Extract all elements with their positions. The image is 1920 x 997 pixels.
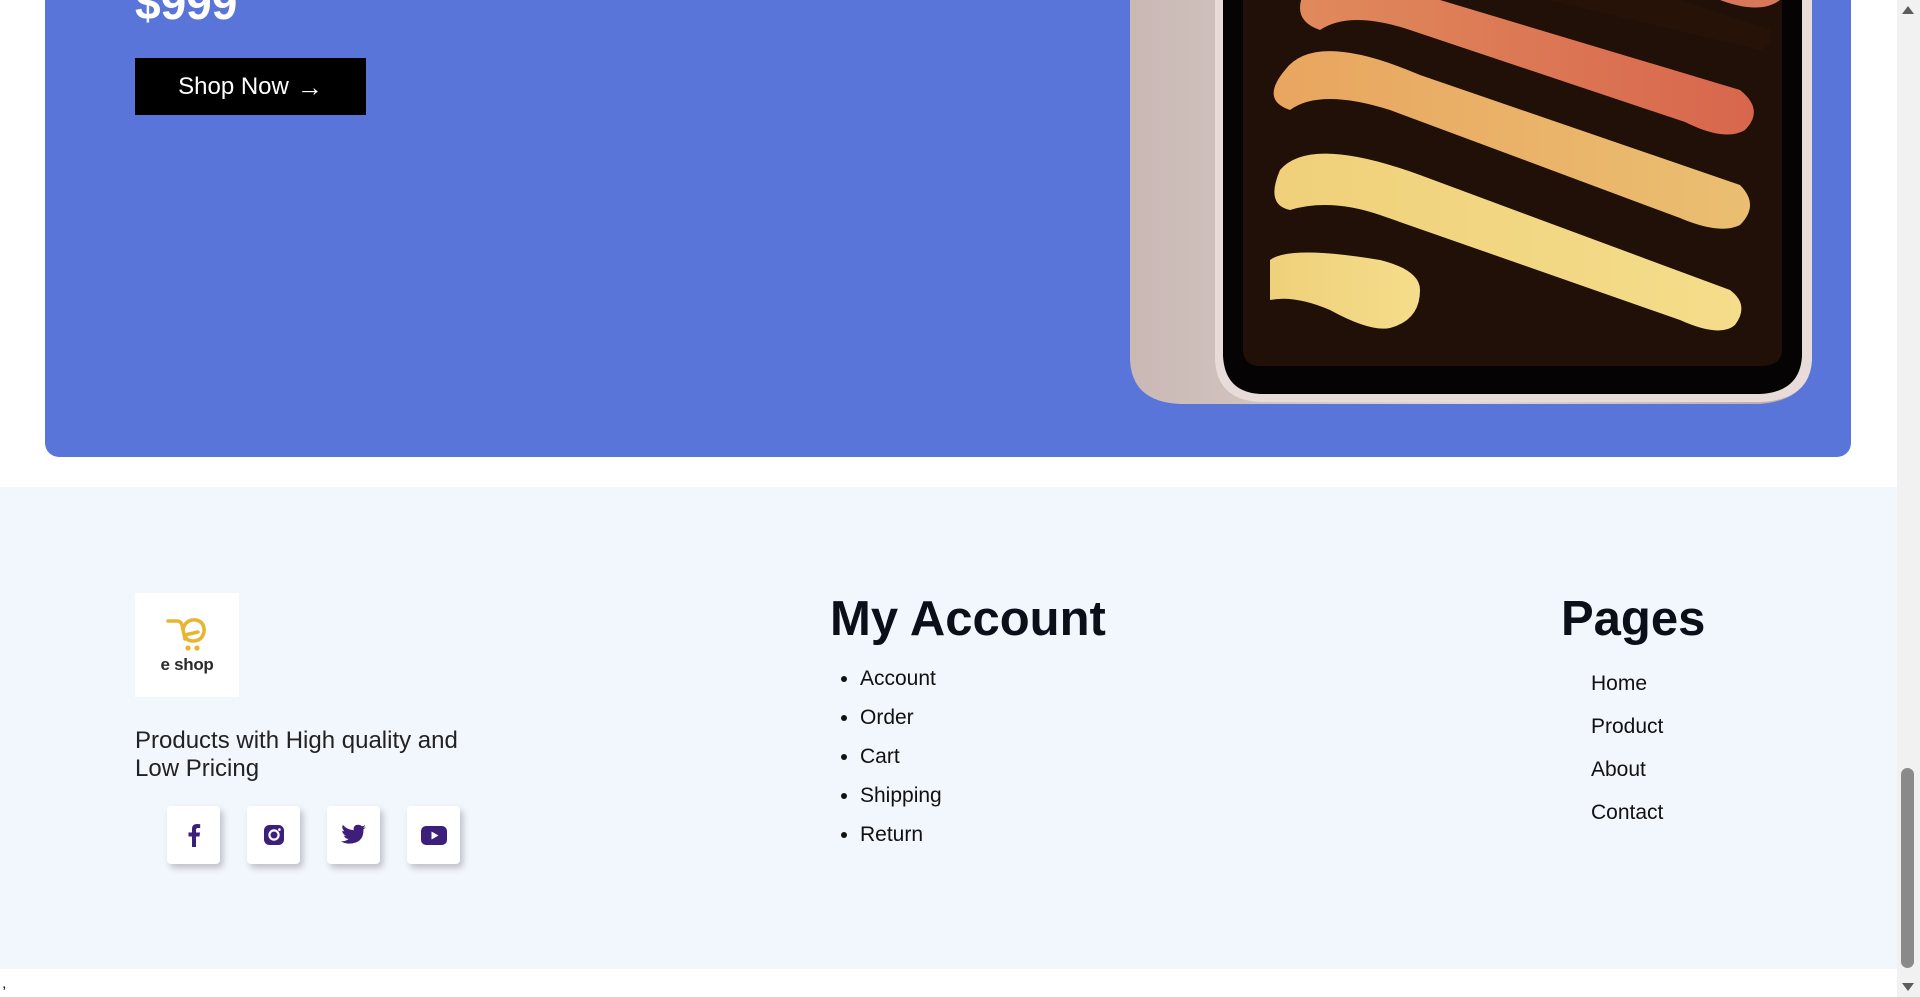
instagram-button[interactable] [247,806,300,864]
cart-logo-icon [166,618,206,651]
facebook-icon [188,824,200,847]
footer-tagline: Products with High quality and Low Prici… [135,727,458,782]
eshop-logo[interactable]: e shop [135,593,239,697]
youtube-button[interactable] [407,806,460,864]
shop-now-label: Shop Now [178,72,289,100]
list-item: Shipping [860,776,942,815]
list-item: Return [860,815,942,854]
return-link[interactable]: Return [860,823,923,846]
scroll-up-icon[interactable] [1902,6,1914,14]
list-item: Home [1591,662,1663,705]
social-links [167,806,460,864]
scroll-down-icon[interactable] [1902,983,1914,991]
pages-title: Pages [1561,592,1706,646]
logo-text: e shop [160,655,214,674]
stray-text: , [2,975,7,992]
pages-list: Home Product About Contact [1591,662,1663,834]
list-item: Cart [860,737,942,776]
ipad-product-image [1130,0,1812,404]
twitter-button[interactable] [327,806,380,864]
account-link[interactable]: Account [860,667,936,690]
list-item: Contact [1591,791,1663,834]
list-item: About [1591,748,1663,791]
youtube-icon [420,825,447,845]
facebook-button[interactable] [167,806,220,864]
home-link[interactable]: Home [1591,672,1647,695]
about-link[interactable]: About [1591,758,1646,781]
twitter-icon [340,824,366,844]
page-scrollbar[interactable] [1897,0,1920,997]
order-link[interactable]: Order [860,706,914,729]
cart-link[interactable]: Cart [860,745,900,768]
shipping-link[interactable]: Shipping [860,784,942,807]
my-account-title: My Account [830,592,1106,646]
site-footer: e shop Products with High quality and Lo… [0,487,1897,969]
my-account-list: Account Order Cart Shipping Return [830,659,942,854]
product-link[interactable]: Product [1591,715,1663,738]
contact-link[interactable]: Contact [1591,801,1663,824]
hero-banner: $999 Shop Now → [45,0,1851,457]
shop-now-button[interactable]: Shop Now → [135,58,366,115]
list-item: Account [860,659,942,698]
scroll-thumb[interactable] [1901,768,1914,968]
list-item: Product [1591,705,1663,748]
instagram-icon [263,825,284,845]
list-item: Order [860,698,942,737]
hero-price: $999 [135,0,238,29]
arrow-right-icon: → [296,71,323,102]
